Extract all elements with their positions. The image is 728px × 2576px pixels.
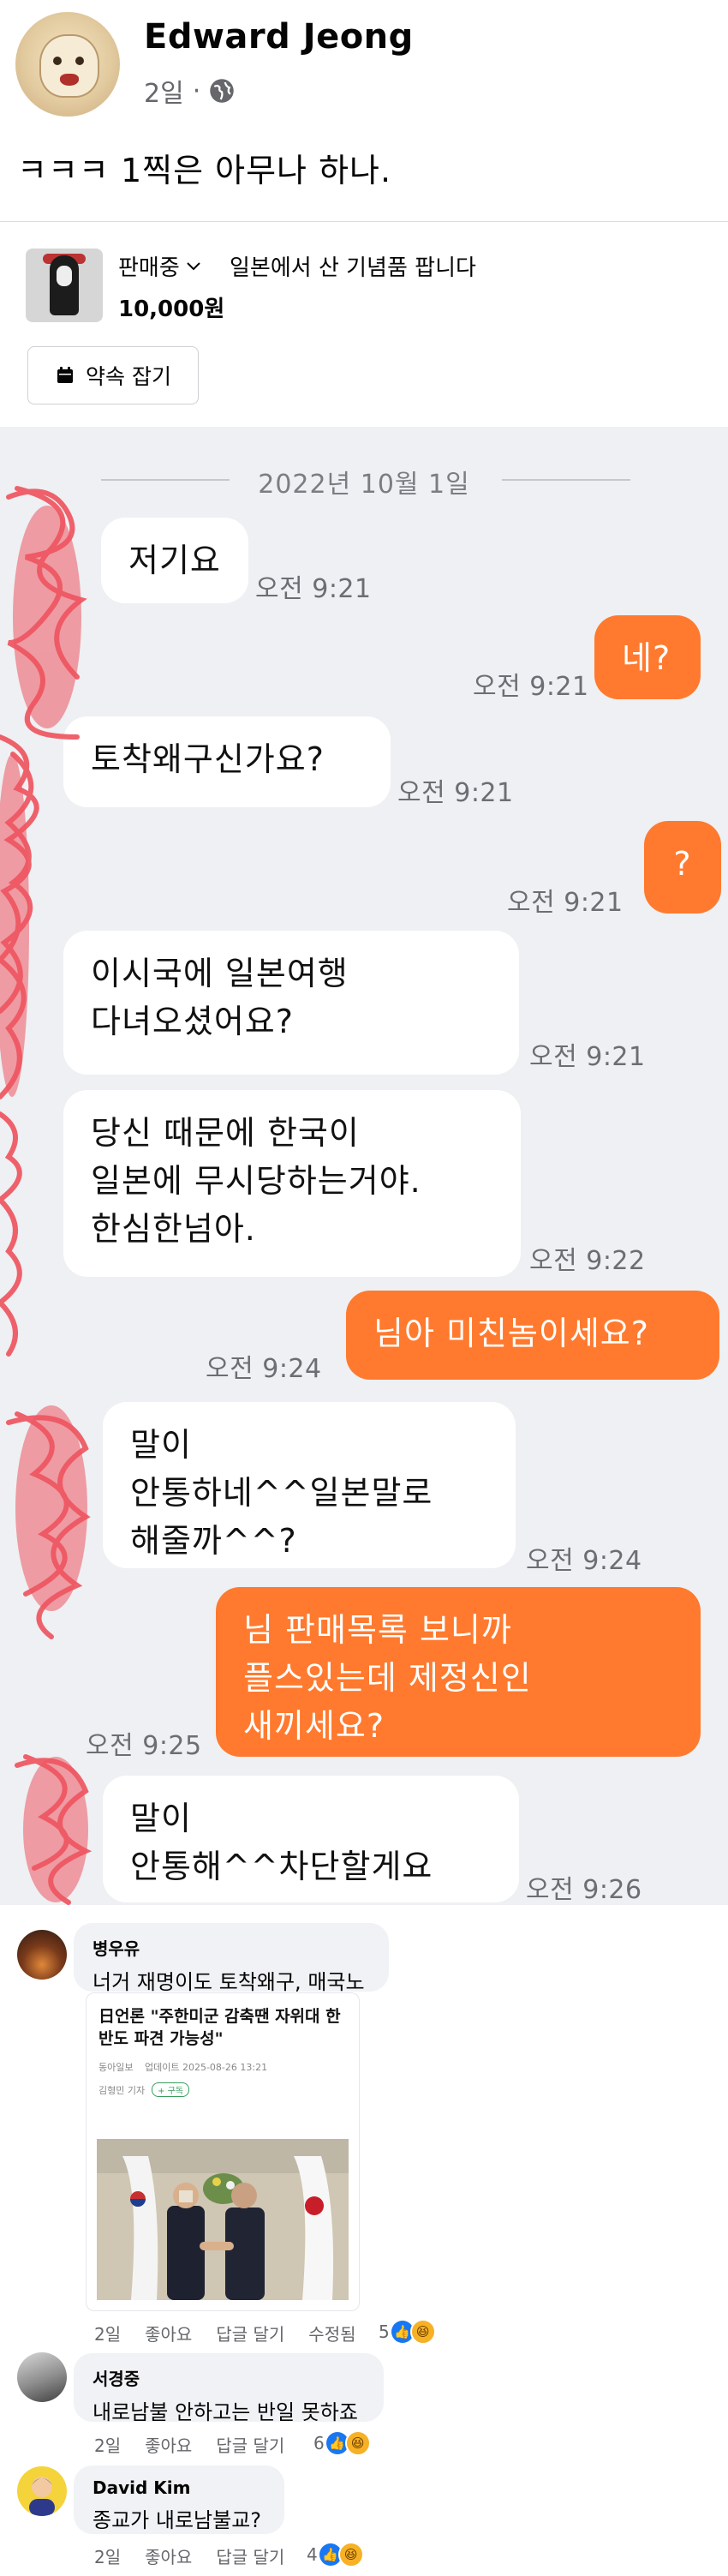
comment-text: 너거 재명이도 토착왜구, 매국노	[92, 1970, 365, 1994]
post-time[interactable]: 2일	[144, 72, 184, 110]
comment-actions: 2일 좋아요 답글 달기 수정됨	[94, 2321, 356, 2345]
outgoing-message: 님 판매목록 보니까 플스있는데 제정신인 새끼세요?	[216, 1587, 701, 1757]
comment-text: 종교가 내로남불교?	[92, 2508, 262, 2532]
news-reporter: 김형민 기자	[98, 2084, 146, 2096]
comment-bubble: 서경중 내로남불 안하고는 반일 못하죠	[74, 2353, 384, 2424]
outgoing-message: 님아 미친놈이세요?	[346, 1291, 719, 1380]
haha-icon: 😆	[344, 2430, 371, 2456]
commenter-name[interactable]: 병우유	[92, 1935, 370, 1960]
message-time: 오전 9:24	[526, 1546, 642, 1576]
comment-text: 내로남불 안하고는 반일 못하죠	[92, 2400, 358, 2424]
reaction-count: 5	[379, 2321, 390, 2342]
edited-label: 수정됨	[308, 2324, 356, 2345]
like-comment-link[interactable]: 좋아요	[145, 2543, 192, 2568]
message-time: 오전 9:24	[206, 1354, 322, 1384]
make-appointment-label: 약속 잡기	[86, 364, 171, 389]
make-appointment-button[interactable]: 약속 잡기	[27, 346, 199, 404]
message-time: 오전 9:21	[255, 574, 372, 604]
comment-reactions[interactable]: 4 👍 😆	[307, 2542, 364, 2567]
comment-reactions[interactable]: 5 👍 😆	[379, 2319, 436, 2345]
comment-time[interactable]: 2일	[94, 2543, 121, 2568]
commenter-name[interactable]: David Kim	[92, 2477, 266, 2498]
avatar-illustration	[29, 2477, 55, 2516]
listing-price: 10,000원	[118, 297, 225, 322]
news-subscribe: + 구독	[152, 2082, 190, 2097]
news-photo	[97, 2139, 349, 2300]
reply-comment-link[interactable]: 답글 달기	[216, 2543, 284, 2568]
outgoing-message: ?	[644, 821, 721, 914]
comment-reactions[interactable]: 6 👍 😆	[313, 2430, 371, 2456]
haha-icon: 😆	[409, 2319, 436, 2345]
author-avatar[interactable]	[15, 12, 120, 117]
haha-icon: 😆	[337, 2542, 364, 2567]
message-time: 오전 9:21	[397, 778, 514, 808]
listing-status-label: 판매중	[118, 255, 180, 281]
incoming-message: 토착왜구신가요?	[63, 716, 391, 807]
meta-separator: ·	[192, 75, 201, 106]
post-body-text: ㅋㅋㅋ 1찍은 아무나 하나.	[17, 152, 392, 189]
commenter-name[interactable]: 서경중	[92, 2365, 365, 2390]
incoming-message: 저기요	[101, 518, 248, 603]
comment-bubble: David Kim 종교가 내로남불교?	[74, 2465, 284, 2534]
globe-icon	[210, 79, 234, 103]
like-comment-link[interactable]: 좋아요	[145, 2321, 192, 2345]
comment-bubble: 병우유 너거 재명이도 토착왜구, 매국노	[74, 1923, 389, 1994]
listing-thumbnail[interactable]	[26, 249, 103, 322]
listing-title: 일본에서 산 기념품 팝니다	[230, 255, 476, 281]
news-source: 동아일보 업데이트 2025-08-26 13:21	[98, 2060, 267, 2074]
message-time: 오전 9:26	[526, 1875, 642, 1905]
post-meta: 2일 ·	[144, 72, 235, 110]
reaction-count: 4	[307, 2544, 318, 2565]
calendar-icon	[57, 367, 74, 383]
chevron-down-icon	[187, 261, 200, 270]
incoming-message: 말이 안통하네^^일본말로 해줄까^^?	[103, 1402, 516, 1568]
censor-scribble	[0, 486, 92, 1905]
comment-attachment-image[interactable]: 日언론 "주한미군 감축땐 자위대 한반도 파견 가능성" 동아일보 업데이트 …	[86, 1992, 360, 2311]
reaction-count: 6	[313, 2433, 325, 2453]
like-comment-link[interactable]: 좋아요	[145, 2432, 192, 2457]
news-source-name: 동아일보	[98, 2062, 134, 2073]
outgoing-message: 네?	[594, 615, 701, 699]
reply-comment-link[interactable]: 답글 달기	[216, 2321, 284, 2345]
incoming-message: 당신 때문에 한국이 일본에 무시당하는거야. 한심한넘아.	[63, 1090, 521, 1277]
commenter-avatar[interactable]	[17, 2466, 67, 2516]
message-time: 오전 9:21	[473, 672, 589, 702]
post-author-name[interactable]: Edward Jeong	[144, 17, 414, 57]
divider	[0, 221, 728, 222]
message-time: 오전 9:21	[529, 1042, 646, 1072]
news-photo-illustration	[97, 2139, 349, 2300]
news-headline: 日언론 "주한미군 감축땐 자위대 한반도 파견 가능성"	[98, 2007, 341, 2048]
comment-actions: 2일 좋아요 답글 달기	[94, 2432, 284, 2457]
listing-status-dropdown[interactable]: 판매중	[118, 250, 202, 282]
commenter-avatar[interactable]	[17, 1930, 67, 1980]
message-time: 오전 9:21	[507, 888, 624, 918]
news-updated: 업데이트 2025-08-26 13:21	[144, 2062, 268, 2073]
incoming-message: 이시국에 일본여행 다녀오셨어요?	[63, 931, 519, 1075]
news-byline: 김형민 기자 + 구독	[98, 2082, 190, 2097]
incoming-message: 말이 안통해^^차단할게요	[103, 1776, 519, 1902]
message-time: 오전 9:22	[529, 1246, 646, 1276]
comment-actions: 2일 좋아요 답글 달기	[94, 2543, 284, 2568]
comment-time[interactable]: 2일	[94, 2321, 121, 2345]
comment-time[interactable]: 2일	[94, 2432, 121, 2457]
commenter-avatar[interactable]	[17, 2352, 67, 2402]
reply-comment-link[interactable]: 답글 달기	[216, 2432, 284, 2457]
